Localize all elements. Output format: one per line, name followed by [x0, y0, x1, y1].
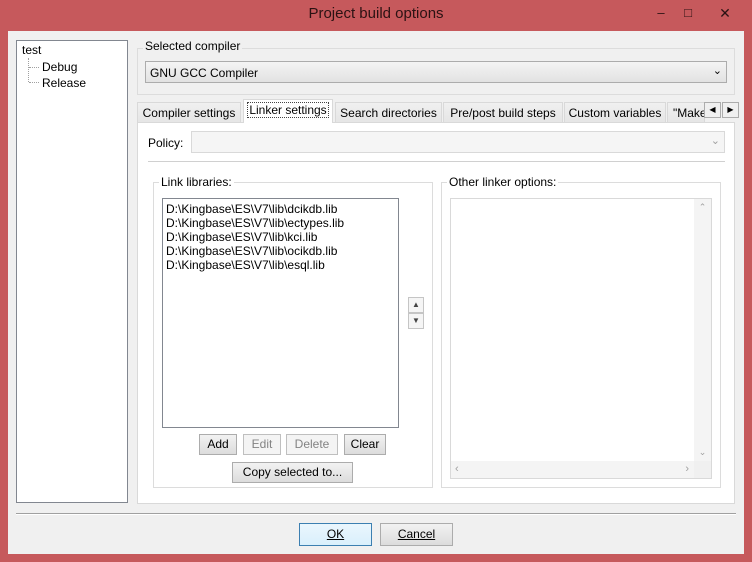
cancel-button[interactable]: Cancel	[380, 523, 453, 546]
close-button[interactable]: ✕	[706, 3, 744, 23]
ok-button[interactable]: OK	[299, 523, 372, 546]
vertical-scrollbar[interactable]: ⌃ ⌄	[694, 199, 711, 461]
tree-item-release[interactable]: Release	[42, 76, 86, 90]
title-bar[interactable]: Project build options – □ ✕	[0, 0, 752, 31]
maximize-button[interactable]: □	[675, 3, 701, 23]
list-item[interactable]: D:\Kingbase\ES\V7\lib\ocikdb.lib	[166, 244, 395, 258]
scroll-right-icon[interactable]: ›	[685, 463, 689, 475]
tab-compiler-settings[interactable]: Compiler settings	[137, 102, 241, 123]
other-linker-options-textarea[interactable]: ⌃ ⌄ ‹ ›	[450, 198, 712, 479]
compiler-select-value: GNU GCC Compiler	[150, 66, 259, 80]
copy-selected-button[interactable]: Copy selected to...	[232, 462, 353, 483]
window-title: Project build options	[308, 5, 444, 22]
cancel-button-label: Cancel	[397, 527, 436, 541]
delete-library-button[interactable]: Delete	[286, 434, 338, 455]
list-item[interactable]: D:\Kingbase\ES\V7\lib\esql.lib	[166, 258, 395, 272]
tree-item-debug[interactable]: Debug	[42, 60, 77, 74]
chevron-left-icon: ◀	[709, 105, 716, 114]
linker-settings-page: Policy: ⌄ Link libraries: D:\Kingbase\ES…	[137, 122, 735, 504]
scroll-down-icon[interactable]: ⌄	[694, 447, 711, 458]
edit-library-button[interactable]: Edit	[243, 434, 281, 455]
tab-make-commands[interactable]: "Make	[667, 102, 705, 123]
list-item[interactable]: D:\Kingbase\ES\V7\lib\kci.lib	[166, 230, 395, 244]
clear-libraries-button[interactable]: Clear	[344, 434, 386, 455]
policy-select[interactable]: ⌄	[191, 131, 725, 153]
tab-custom-variables[interactable]: Custom variables	[564, 102, 666, 123]
link-libraries-list[interactable]: D:\Kingbase\ES\V7\lib\dcikdb.lib D:\King…	[162, 198, 399, 428]
tab-search-directories[interactable]: Search directories	[335, 102, 442, 123]
tree-line	[29, 67, 39, 68]
footer-divider	[16, 513, 736, 515]
move-up-button[interactable]: ▲	[408, 297, 424, 313]
list-item[interactable]: D:\Kingbase\ES\V7\lib\ectypes.lib	[166, 216, 395, 230]
list-item[interactable]: D:\Kingbase\ES\V7\lib\dcikdb.lib	[166, 202, 395, 216]
minimize-button[interactable]: –	[648, 3, 674, 23]
add-library-button[interactable]: Add	[199, 434, 237, 455]
horizontal-scrollbar[interactable]: ‹ ›	[451, 461, 695, 478]
move-down-button[interactable]: ▼	[408, 313, 424, 329]
dialog-client: test Debug Release Selected compiler GNU…	[8, 31, 744, 554]
tab-pre-post-build-steps[interactable]: Pre/post build steps	[443, 102, 563, 123]
policy-label: Policy:	[148, 136, 184, 150]
tab-scroll-left-button[interactable]: ◀	[704, 102, 721, 118]
scroll-up-icon[interactable]: ⌃	[694, 202, 711, 213]
arrow-up-icon: ▲	[412, 300, 420, 309]
build-target-tree[interactable]: test Debug Release	[16, 40, 128, 503]
other-linker-options-label: Other linker options:	[447, 175, 559, 189]
link-libraries-label: Link libraries:	[159, 175, 234, 189]
compiler-group-label: Selected compiler	[143, 39, 243, 53]
divider	[148, 161, 725, 162]
chevron-right-icon: ▶	[727, 105, 734, 114]
compiler-select[interactable]: GNU GCC Compiler ⌄	[145, 61, 727, 83]
chevron-down-icon: ⌄	[710, 135, 720, 147]
tab-linker-settings[interactable]: Linker settings	[243, 99, 333, 123]
scrollbar-corner	[694, 461, 711, 478]
tree-root[interactable]: test	[22, 43, 42, 57]
chevron-down-icon: ⌄	[712, 65, 722, 77]
tab-scroll-right-button[interactable]: ▶	[722, 102, 739, 118]
tree-root-label: test	[22, 43, 42, 57]
tree-line	[29, 82, 39, 83]
arrow-down-icon: ▼	[412, 316, 420, 325]
scroll-left-icon[interactable]: ‹	[455, 463, 459, 475]
tree-line	[28, 58, 29, 82]
close-icon: ✕	[719, 5, 731, 21]
ok-button-label: OK	[326, 527, 345, 541]
